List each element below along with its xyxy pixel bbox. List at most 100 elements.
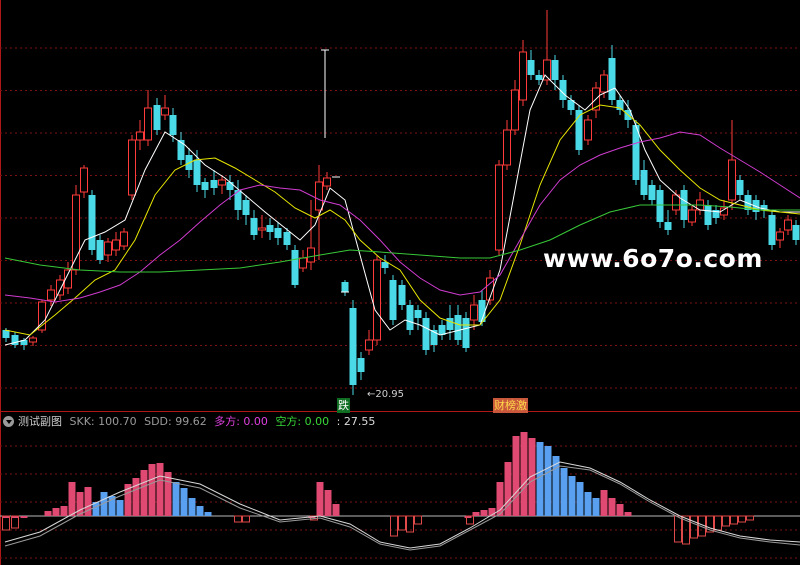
indicator-bar-negative xyxy=(398,515,406,531)
indicator-bar xyxy=(536,442,544,516)
indicator-bar xyxy=(204,512,212,516)
candle-body-up xyxy=(503,129,511,166)
indicator-bar-negative xyxy=(242,515,250,523)
candle-body-down xyxy=(462,318,470,348)
indicator-bar-negative xyxy=(2,515,10,531)
candle-body-up xyxy=(112,239,120,251)
indicator-header: 测试副图 SKK: 100.70 SDD: 99.62 多方: 0.00 空方:… xyxy=(0,413,800,431)
indicator-bar xyxy=(584,492,592,516)
indicator-bar-negative xyxy=(714,515,722,531)
candle-body-up xyxy=(323,177,331,187)
indicator-bar xyxy=(172,482,180,516)
candle-body-down xyxy=(266,225,274,232)
candle-body-up xyxy=(104,241,112,256)
candle-body-down xyxy=(250,218,258,235)
candle-body-up xyxy=(776,231,784,241)
indicator-bar xyxy=(544,446,552,516)
low-price-marker: ←20.95 xyxy=(367,389,405,400)
candle-body-up xyxy=(495,164,503,251)
candle-body-down xyxy=(608,58,616,100)
main-candlestick-chart[interactable] xyxy=(0,0,800,412)
candle-body-down xyxy=(242,200,250,215)
indicator-bar xyxy=(512,436,520,516)
buy-signal-badge[interactable]: 财榜激 xyxy=(493,398,528,413)
indicator-value-sdd: SDD: 99.62 xyxy=(144,415,207,428)
indicator-bar xyxy=(560,468,568,516)
indicator-bar-negative xyxy=(738,515,746,523)
candle-body-down xyxy=(177,140,185,160)
candle-body-up xyxy=(258,227,266,231)
indicator-bar-negative xyxy=(390,515,398,537)
indicator-bar xyxy=(568,476,576,516)
candle-body-up xyxy=(136,131,144,141)
indicator-bar xyxy=(480,510,488,516)
candle-body-up xyxy=(299,257,307,269)
indicator-name[interactable]: 测试副图 xyxy=(18,415,62,428)
candle-body-up xyxy=(600,74,608,93)
indicator-bar xyxy=(332,504,340,516)
indicator-subchart[interactable] xyxy=(0,412,800,565)
indicator-bar xyxy=(624,512,632,516)
indicator-bar xyxy=(520,432,528,516)
candle-body-up xyxy=(218,179,226,186)
skk-line xyxy=(4,461,800,549)
indicator-bar xyxy=(132,478,140,516)
indicator-bar xyxy=(60,506,68,516)
indicator-bar xyxy=(592,498,600,516)
candle-body-down xyxy=(2,330,10,338)
candle-body-up xyxy=(365,339,373,351)
candle-body-up xyxy=(373,259,381,341)
indicator-value-bull: 多方: 0.00 xyxy=(214,415,268,428)
candle-body-up xyxy=(47,289,55,301)
candle-body-down xyxy=(406,305,414,330)
candle-body-down xyxy=(96,240,104,260)
indicator-bar xyxy=(20,516,28,518)
indicator-bar-negative xyxy=(234,515,242,523)
candle-body-down xyxy=(414,310,422,318)
watermark-text: www.6o7o.com xyxy=(543,244,763,273)
candle-body-up xyxy=(519,51,527,101)
indicator-bar xyxy=(324,490,332,516)
candle-body-down xyxy=(210,180,218,188)
indicator-bar xyxy=(148,464,156,516)
candle-body-up xyxy=(511,89,519,131)
sdd-line xyxy=(4,465,800,551)
indicator-bar xyxy=(164,472,172,516)
candle-body-down xyxy=(341,282,349,292)
candle-body-up xyxy=(120,231,128,247)
indicator-value-extra: : 27.55 xyxy=(336,415,376,428)
candle-body-down xyxy=(551,60,559,80)
candle-body-up xyxy=(161,107,169,116)
candle-body-down xyxy=(226,182,234,190)
indicator-bar xyxy=(616,504,624,516)
indicator-bar xyxy=(52,508,60,516)
candle-body-up xyxy=(56,279,64,296)
indicator-bar xyxy=(68,482,76,516)
sell-signal-badge[interactable]: 跌 xyxy=(337,398,350,413)
candle-body-down xyxy=(389,280,397,320)
indicator-bar xyxy=(156,463,164,516)
indicator-bar xyxy=(472,512,480,516)
candle-body-down xyxy=(792,225,800,240)
candle-body-down xyxy=(446,318,454,330)
candle-body-down xyxy=(274,228,282,238)
candle-body-down xyxy=(153,105,161,130)
indicator-bar xyxy=(44,511,52,516)
candle-body-down xyxy=(704,205,712,225)
candle-body-up xyxy=(584,119,592,141)
candle-body-down xyxy=(201,182,209,190)
candle-body-down xyxy=(349,308,357,385)
indicator-bar xyxy=(180,488,188,516)
indicator-bar xyxy=(608,498,616,516)
candle-body-up xyxy=(470,304,478,321)
candle-body-up xyxy=(688,209,696,223)
indicator-menu-icon[interactable] xyxy=(3,415,14,427)
candle-body-up xyxy=(80,167,88,193)
candle-body-up xyxy=(307,247,315,263)
candle-body-down xyxy=(193,160,201,185)
indicator-bar xyxy=(576,482,584,516)
candle-body-down xyxy=(291,250,299,285)
candle-body-down xyxy=(527,60,535,75)
indicator-bar xyxy=(116,500,124,516)
indicator-bar-negative xyxy=(730,515,738,525)
